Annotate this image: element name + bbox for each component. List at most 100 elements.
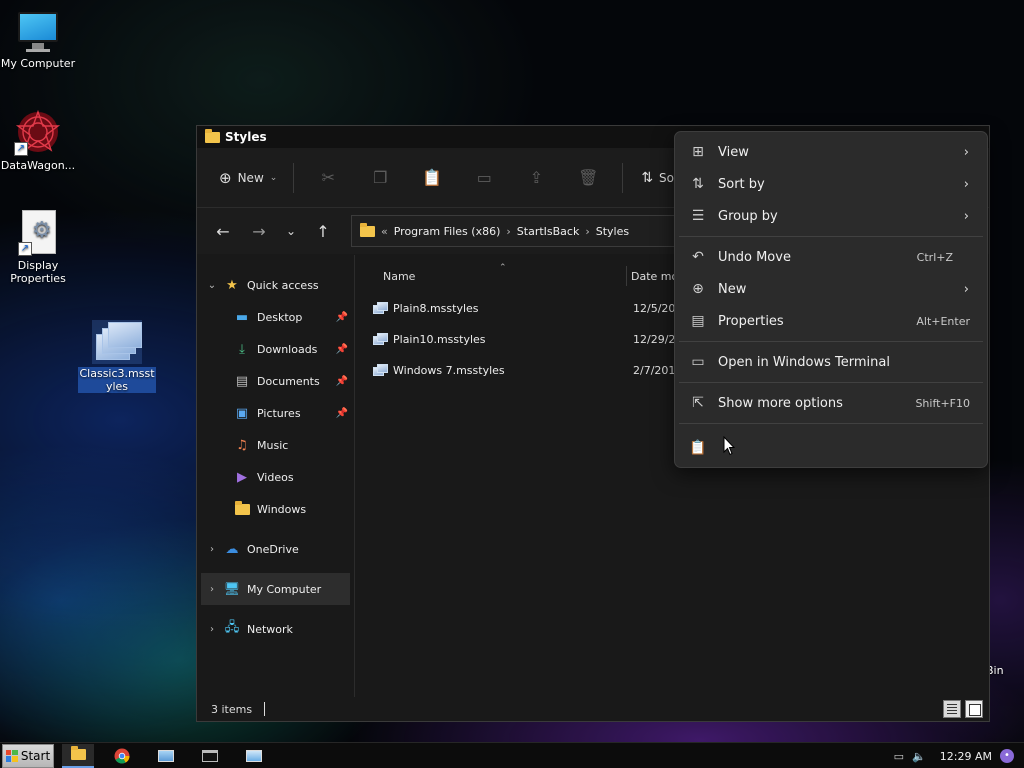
breadcrumb-startisback[interactable]: StartIsBack — [517, 225, 580, 238]
sidebar-item-quick-access[interactable]: ⌄ ★ Quick access — [197, 269, 354, 301]
delete-button[interactable]: 🗑 — [564, 161, 612, 195]
rename-icon: ▭ — [476, 168, 492, 187]
view-grid-icon: ⊞ — [692, 144, 704, 160]
details-view-button[interactable] — [943, 700, 961, 718]
file-name: Windows 7.msstyles — [393, 364, 505, 377]
taskbar-image-viewer[interactable] — [150, 744, 182, 768]
undo-icon: ↶ — [692, 249, 704, 265]
rename-button[interactable]: ▭ — [460, 161, 508, 195]
menu-item-properties[interactable]: ▤ Properties Alt+Enter — [675, 305, 987, 337]
msstyles-file-icon — [373, 364, 389, 377]
toolbar-divider — [293, 162, 295, 193]
file-date: 12/5/20 — [633, 302, 676, 315]
shortcut-arrow-icon: ↗ — [14, 142, 28, 156]
taskbar-control-panel[interactable] — [238, 744, 270, 768]
chevron-right-icon: › — [963, 281, 969, 297]
menu-item-view[interactable]: ⊞ View › — [675, 136, 987, 168]
pin-icon[interactable]: 📌 — [336, 344, 348, 355]
menu-item-new[interactable]: ⊕ New › — [675, 273, 987, 305]
sidebar-item-label: Pictures — [257, 406, 301, 420]
taskbar-chrome[interactable] — [106, 744, 138, 768]
breadcrumb-program-files[interactable]: Program Files (x86) — [394, 225, 501, 238]
desktop-icon-label: DataWagon... — [0, 159, 76, 172]
volume-icon[interactable]: 🔈 — [912, 750, 926, 763]
new-button[interactable]: ⊕ New ⌄ — [213, 161, 283, 195]
recent-locations-button[interactable]: ⌄ — [279, 216, 303, 246]
column-header-date[interactable]: Date mo — [626, 266, 678, 286]
clock[interactable]: 12:29 AM — [940, 750, 992, 763]
network-tray-icon[interactable]: ▭ — [894, 750, 904, 763]
sidebar-item-my-computer[interactable]: › 🖥 My Computer — [201, 573, 350, 605]
pin-icon[interactable]: 📌 — [336, 376, 348, 387]
menu-item-group-by[interactable]: ☰ Group by › — [675, 200, 987, 232]
sidebar-item-label: Windows — [257, 502, 307, 516]
new-button-label: New — [237, 170, 264, 185]
share-icon: ⇱ — [692, 395, 704, 411]
sidebar-item-windows[interactable]: Windows — [197, 493, 354, 525]
desktop-icon-display-properties[interactable]: ⚙ ↗ Display Properties — [0, 210, 76, 285]
videos-icon: ▶ — [237, 469, 247, 485]
copy-button[interactable]: ❐ — [356, 161, 404, 195]
system-tray: ▭ 🔈 12:29 AM • — [894, 743, 1014, 768]
navigation-pane: ⌄ ★ Quick access ▬ Desktop 📌 ⤓ Downloads… — [197, 255, 355, 698]
taskbar-file-explorer[interactable] — [62, 743, 94, 768]
copy-icon: ❐ — [373, 168, 388, 187]
star-icon: ★ — [226, 277, 238, 293]
sidebar-item-documents[interactable]: ▤ Documents 📌 — [197, 365, 354, 397]
folder-icon — [233, 500, 251, 517]
large-icons-view-button[interactable] — [965, 700, 983, 718]
sidebar-item-onedrive[interactable]: › ☁ OneDrive — [197, 533, 354, 565]
chevron-right-icon: › — [963, 176, 969, 192]
menu-item-label: Open in Windows Terminal — [718, 354, 890, 370]
file-explorer-icon — [70, 746, 86, 760]
menu-separator — [679, 236, 983, 237]
breadcrumb-styles[interactable]: Styles — [596, 225, 629, 238]
paste-icon[interactable]: 📋 — [689, 440, 707, 456]
chevron-down-icon: ⌄ — [285, 224, 297, 238]
menu-item-undo-move[interactable]: ↶ Undo Move Ctrl+Z — [675, 241, 987, 273]
chevron-right-icon: › — [210, 583, 214, 595]
sidebar-item-videos[interactable]: ▶ Videos — [197, 461, 354, 493]
chevron-right-icon: › — [963, 144, 969, 160]
forward-button[interactable]: → — [243, 216, 275, 246]
address-bar[interactable]: « Program Files (x86) › StartIsBack › St… — [351, 215, 691, 247]
address-overflow[interactable]: « — [381, 225, 388, 238]
folder-icon — [360, 222, 375, 237]
pin-icon[interactable]: 📌 — [336, 408, 348, 419]
menu-item-label: New — [718, 281, 747, 297]
menu-item-label: View — [718, 144, 749, 160]
chrome-icon — [114, 748, 130, 763]
sidebar-item-downloads[interactable]: ⤓ Downloads 📌 — [197, 333, 354, 365]
sidebar-item-pictures[interactable]: ▣ Pictures 📌 — [197, 397, 354, 429]
pin-icon[interactable]: 📌 — [336, 312, 348, 323]
music-icon: ♫ — [236, 437, 248, 453]
taskbar-terminal[interactable] — [194, 744, 226, 768]
menu-separator — [679, 423, 983, 424]
sidebar-item-label: Desktop — [257, 310, 303, 324]
back-button[interactable]: ← — [207, 216, 239, 246]
sidebar-item-desktop[interactable]: ▬ Desktop 📌 — [197, 301, 354, 333]
menu-item-show-more-options[interactable]: ⇱ Show more options Shift+F10 — [675, 387, 987, 419]
sidebar-item-music[interactable]: ♫ Music — [197, 429, 354, 461]
menu-separator — [679, 341, 983, 342]
start-button[interactable]: Start — [2, 743, 54, 768]
menu-item-open-terminal[interactable]: ▭ Open in Windows Terminal — [675, 346, 987, 378]
sort-ascending-icon: ⌃ — [499, 263, 507, 273]
toolbar-divider — [622, 162, 624, 193]
menu-item-sort-by[interactable]: ⇅ Sort by › — [675, 168, 987, 200]
desktop-icon-my-computer[interactable]: My Computer — [0, 10, 76, 70]
cut-button[interactable]: ✂ — [304, 161, 352, 195]
shortcut-arrow-icon: ↗ — [18, 242, 32, 256]
desktop-icon-datawagon[interactable]: ↗ DataWagon... — [0, 108, 76, 172]
chevron-right-icon: › — [963, 208, 969, 224]
paste-button[interactable]: 📋 — [408, 161, 456, 195]
desktop-icon-classic3[interactable]: Classic3.msstyles — [78, 320, 156, 393]
up-button[interactable]: ↑ — [307, 216, 339, 246]
window-title: Styles — [225, 130, 267, 144]
sidebar-item-network[interactable]: › 🖧 Network — [197, 613, 354, 645]
notification-icon[interactable]: • — [1000, 749, 1014, 763]
shortcut-text: Ctrl+Z — [916, 250, 953, 264]
share-button[interactable]: ⇪ — [512, 161, 560, 195]
shortcut-text: Shift+F10 — [915, 396, 970, 410]
mouse-cursor-icon — [723, 436, 735, 456]
